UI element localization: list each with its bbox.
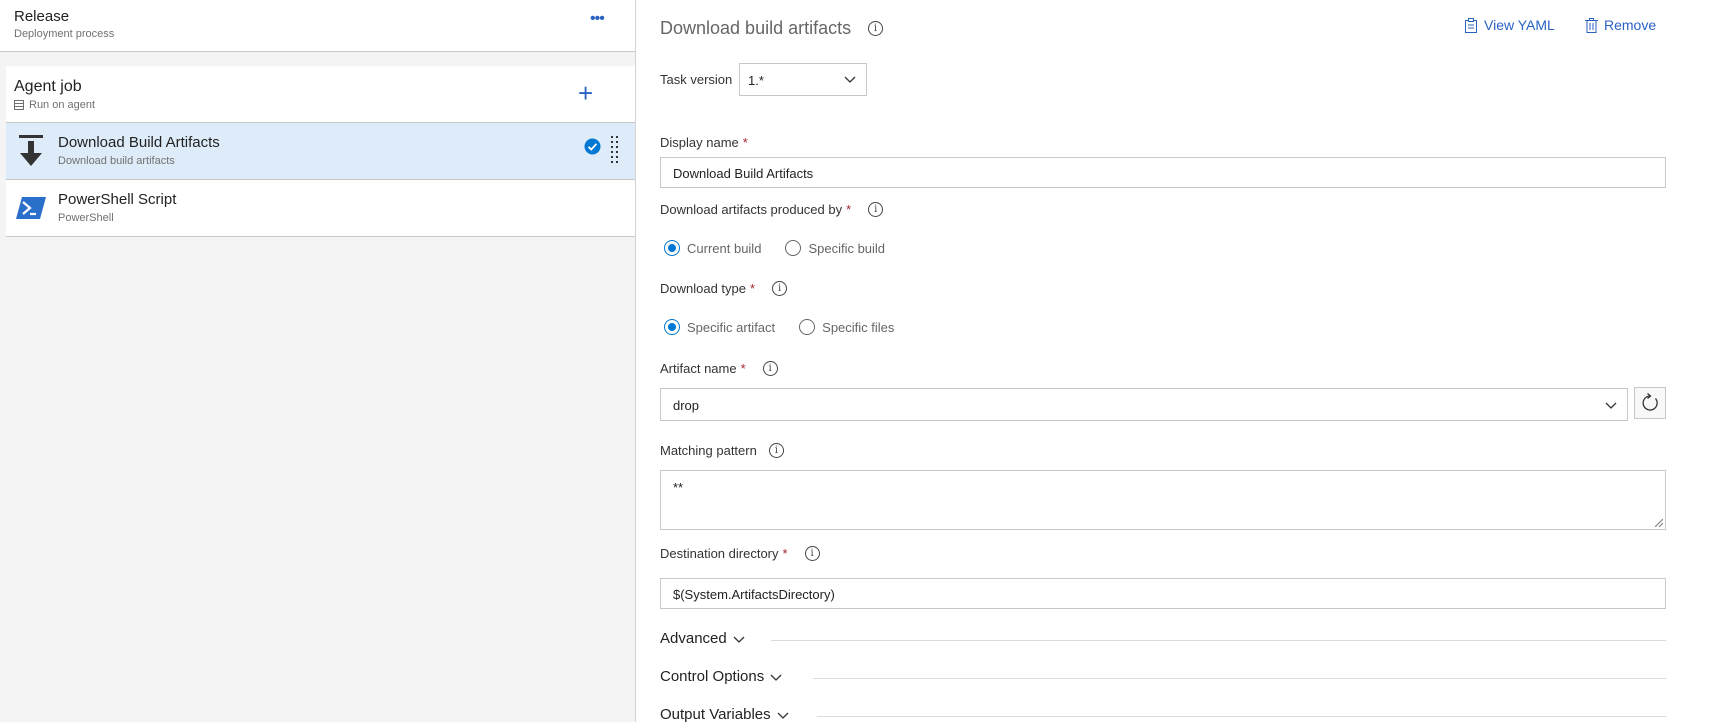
radio-label: Specific files: [822, 319, 895, 335]
radio-indicator: [799, 319, 816, 335]
task-details-panel: Download build artifacts i View YAML Rem…: [636, 0, 1713, 723]
task-powershell-script[interactable]: PowerShell Script PowerShell: [6, 180, 635, 237]
section-advanced[interactable]: Advanced: [660, 630, 745, 647]
task-title: PowerShell Script: [58, 191, 177, 208]
destination-directory-value: $(System.ArtifactsDirectory): [673, 587, 835, 602]
view-yaml-label: View YAML: [1484, 17, 1555, 33]
radio-specific-files[interactable]: Specific files: [799, 319, 894, 335]
task-subtitle: PowerShell: [58, 212, 114, 224]
task-download-build-artifacts[interactable]: Download Build Artifacts Download build …: [6, 123, 635, 180]
agent-job-subtitle: Run on agent: [29, 99, 96, 111]
info-icon[interactable]: i: [868, 21, 883, 36]
section-divider: [813, 678, 1666, 679]
chevron-down-icon: [770, 674, 782, 681]
section-divider: [771, 640, 1666, 641]
stage-subtitle: Deployment process: [14, 28, 115, 40]
radio-indicator: [664, 240, 680, 256]
produced-by-radio-group: Current build Specific build: [664, 240, 885, 256]
stage-title: Release: [14, 8, 70, 25]
required-marker: *: [740, 361, 746, 376]
view-yaml-button[interactable]: View YAML: [1464, 17, 1555, 33]
check-circle-icon: [584, 138, 601, 155]
chevron-down-icon: [844, 76, 856, 83]
section-control-options[interactable]: Control Options: [660, 668, 782, 685]
destination-label: Destination directory * i: [660, 546, 820, 561]
drag-handle-icon[interactable]: [611, 136, 619, 166]
clipboard-icon: [1465, 17, 1477, 33]
matching-pattern-label: Matching pattern i: [660, 443, 784, 458]
section-label: Control Options: [660, 668, 765, 685]
remove-button[interactable]: Remove: [1585, 17, 1656, 33]
radio-current-build[interactable]: Current build: [664, 240, 761, 256]
task-title: Download Build Artifacts: [58, 134, 220, 151]
display-name-value: Download Build Artifacts: [673, 166, 814, 181]
chevron-down-icon: [733, 636, 745, 643]
required-marker: *: [750, 281, 756, 296]
add-task-icon[interactable]: +: [578, 78, 593, 109]
artifact-name-label-text: Artifact name: [660, 361, 737, 376]
trash-icon: [1585, 17, 1598, 33]
agent-icon: [14, 100, 24, 110]
required-marker: *: [846, 202, 852, 217]
chevron-down-icon: [1605, 402, 1617, 409]
stage-header[interactable]: Release Deployment process •••: [0, 0, 635, 52]
info-icon[interactable]: i: [768, 443, 784, 458]
powershell-icon: [16, 197, 46, 219]
display-name-input[interactable]: Download Build Artifacts: [660, 157, 1666, 188]
download-type-label-text: Download type: [660, 281, 746, 296]
radio-indicator: [785, 240, 802, 256]
produced-by-label-text: Download artifacts produced by: [660, 202, 843, 217]
panel-title: Download build artifacts: [660, 18, 852, 38]
matching-pattern-label-text: Matching pattern: [660, 443, 757, 458]
task-version-value: 1.*: [748, 73, 764, 88]
download-type-radio-group: Specific artifact Specific files: [664, 319, 894, 335]
destination-directory-input[interactable]: $(System.ArtifactsDirectory): [660, 578, 1666, 609]
section-output-variables[interactable]: Output Variables: [660, 706, 789, 723]
display-name-label-text: Display name: [660, 135, 739, 150]
required-marker: *: [742, 135, 748, 150]
task-version-label: Task version: [660, 72, 732, 87]
download-type-label: Download type * i: [660, 281, 788, 296]
agent-job-row[interactable]: Agent job Run on agent +: [6, 66, 635, 123]
download-icon: [19, 135, 43, 166]
resize-handle-icon[interactable]: [1655, 519, 1663, 527]
radio-label: Current build: [687, 240, 762, 256]
chevron-down-icon: [777, 712, 789, 719]
task-subtitle: Download build artifacts: [58, 155, 175, 167]
section-label: Advanced: [660, 630, 727, 647]
info-icon[interactable]: i: [762, 361, 778, 376]
more-options-icon[interactable]: •••: [590, 10, 605, 28]
artifact-name-select[interactable]: drop: [660, 388, 1628, 421]
task-version-label-text: Task version: [660, 72, 733, 87]
radio-label: Specific build: [808, 240, 886, 256]
matching-pattern-value: **: [673, 480, 684, 495]
refresh-icon: [1642, 393, 1658, 411]
display-name-label: Display name *: [660, 135, 748, 150]
remove-label: Remove: [1604, 17, 1657, 33]
artifact-name-value: drop: [673, 398, 700, 413]
section-divider: [817, 716, 1666, 717]
info-icon[interactable]: i: [804, 546, 820, 561]
task-list-panel: Release Deployment process ••• Agent job…: [0, 0, 636, 722]
radio-indicator: [664, 319, 680, 335]
destination-label-text: Destination directory: [660, 546, 779, 561]
radio-specific-artifact[interactable]: Specific artifact: [664, 319, 775, 335]
produced-by-label: Download artifacts produced by * i: [660, 202, 884, 217]
refresh-button[interactable]: [1634, 387, 1666, 419]
radio-specific-build[interactable]: Specific build: [785, 240, 885, 256]
required-marker: *: [782, 546, 788, 561]
section-label: Output Variables: [660, 706, 771, 723]
artifact-name-label: Artifact name * i: [660, 361, 778, 376]
info-icon[interactable]: i: [772, 281, 788, 296]
task-version-select[interactable]: 1.*: [739, 63, 867, 96]
radio-label: Specific artifact: [687, 319, 776, 335]
info-icon[interactable]: i: [868, 202, 884, 217]
matching-pattern-textarea[interactable]: **: [660, 470, 1666, 530]
agent-job-title: Agent job: [14, 78, 82, 95]
